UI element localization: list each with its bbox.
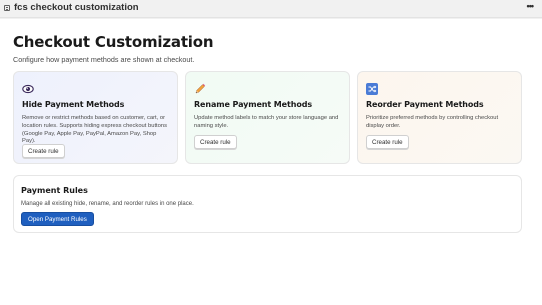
eye-icon (22, 84, 34, 94)
create-hide-rule-button[interactable]: Create rule (22, 144, 65, 158)
card-title: Rename Payment Methods (194, 100, 312, 109)
card-description: Update method labels to match your store… (194, 115, 339, 129)
reorder-payment-methods-card: Reorder Payment Methods Prioritize prefe… (357, 71, 522, 164)
more-horizontal-icon[interactable]: ••• (527, 1, 535, 11)
payment-rules-title: Payment Rules (21, 186, 88, 195)
open-payment-rules-button[interactable]: Open Payment Rules (21, 212, 94, 226)
main-content: Checkout Customization Configure how pay… (0, 19, 542, 305)
rename-payment-methods-card: Rename Payment Methods Update method lab… (185, 71, 350, 164)
pencil-icon (195, 83, 206, 94)
payment-rules-card: Payment Rules Manage all existing hide, … (13, 175, 522, 233)
payment-rules-description: Manage all existing hide, rename, and re… (21, 201, 194, 207)
app-title: fcs checkout customization (14, 2, 139, 13)
card-title: Hide Payment Methods (22, 100, 125, 109)
card-description: Remove or restrict methods based on cust… (22, 115, 168, 145)
page-title: Checkout Customization (13, 33, 214, 51)
card-title: Reorder Payment Methods (366, 100, 484, 109)
create-reorder-rule-button[interactable]: Create rule (366, 135, 409, 149)
card-description: Prioritize preferred methods by controll… (366, 115, 499, 129)
app-icon (4, 5, 10, 11)
create-rename-rule-button[interactable]: Create rule (194, 135, 237, 149)
hide-payment-methods-card: Hide Payment Methods Remove or restrict … (13, 71, 178, 164)
page-subtitle: Configure how payment methods are shown … (13, 55, 195, 64)
app-title-bar: fcs checkout customization ••• (0, 0, 542, 18)
shuffle-icon (366, 83, 378, 95)
